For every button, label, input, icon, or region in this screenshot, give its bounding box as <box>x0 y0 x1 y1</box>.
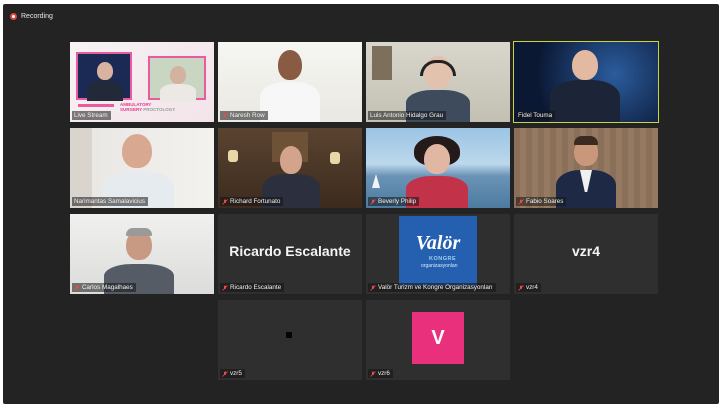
participant-name: Ricardo Escalante <box>220 283 285 292</box>
participant-display-name: Ricardo Escalante <box>229 243 351 259</box>
meeting-window: Recording AMBULATORY SURGERY PROCTOLOGY … <box>3 4 719 404</box>
participant-name: vzr6 <box>368 369 393 378</box>
mic-muted-icon <box>518 284 524 291</box>
speaker-thumbnail <box>76 52 132 101</box>
participant-tile-valor-turizm[interactable]: Valör KONGRE organizasyonları Valör Turi… <box>366 214 510 294</box>
participant-tile-narimantas-samalavicius[interactable]: Narimantas Samalavicius <box>70 128 214 208</box>
recording-indicator[interactable]: Recording <box>10 13 53 20</box>
mic-muted-icon <box>370 198 376 205</box>
participant-name: vzr4 <box>516 283 541 292</box>
participant-name: Valör Turizm ve Kongre Organizasyonları <box>368 283 496 292</box>
mic-muted-icon <box>222 112 228 119</box>
avatar: V <box>412 312 464 364</box>
mic-muted-icon <box>222 198 228 205</box>
mic-muted-icon <box>370 370 376 377</box>
participant-name: vzr5 <box>220 369 245 378</box>
participant-tile-vzr4[interactable]: vzr4 vzr4 <box>514 214 658 294</box>
participant-tile-richard-fortunato[interactable]: Richard Fortunato <box>218 128 362 208</box>
participant-tile-vzr6[interactable]: V vzr6 <box>366 300 510 380</box>
participant-tile-fidel-touma[interactable]: Fidel Touma <box>513 41 659 123</box>
recording-label: Recording <box>21 13 53 20</box>
valor-logo: Valör KONGRE organizasyonları <box>399 216 477 286</box>
participant-name: Richard Fortunato <box>220 197 284 206</box>
participant-tile-ricardo-escalante[interactable]: Ricardo Escalante Ricardo Escalante <box>218 214 362 294</box>
participant-name: Luis Antonio Hidalgo Grau <box>368 111 447 120</box>
participant-name: Beverly Philip <box>368 197 420 206</box>
participant-tile-luis-antonio-hidalgo-grau[interactable]: Luis Antonio Hidalgo Grau <box>366 42 510 122</box>
participant-tile-fabio-soares[interactable]: Fabio Soares <box>514 128 658 208</box>
participant-name: Carlos Magalhaes <box>72 283 136 292</box>
participant-tile-beverly-philip[interactable]: Beverly Philip <box>366 128 510 208</box>
speaker-thumbnail <box>148 56 206 102</box>
slide-title: AMBULATORY SURGERY PROCTOLOGY <box>120 102 176 112</box>
participant-name: Fabio Soares <box>516 197 567 206</box>
participant-display-name: vzr4 <box>571 243 601 259</box>
mic-muted-icon <box>74 284 80 291</box>
participant-name: Fidel Touma <box>516 111 556 120</box>
mic-muted-icon <box>222 284 228 291</box>
recording-icon <box>10 13 17 20</box>
mic-muted-icon <box>222 370 228 377</box>
participant-tile-carlos-magalhaes[interactable]: Carlos Magalhaes <box>70 214 214 294</box>
participant-name: Naresh Row <box>220 111 268 120</box>
shared-slide: AMBULATORY SURGERY PROCTOLOGY <box>70 42 214 122</box>
participant-tile-vzr5[interactable]: vzr5 <box>218 300 362 380</box>
participant-name: Live Stream <box>72 111 111 120</box>
camera-placeholder <box>286 332 292 338</box>
mic-muted-icon <box>370 284 376 291</box>
participant-tile-live-stream[interactable]: AMBULATORY SURGERY PROCTOLOGY Live Strea… <box>70 42 214 122</box>
participant-tile-naresh-row[interactable]: Naresh Row <box>218 42 362 122</box>
mic-muted-icon <box>518 198 524 205</box>
participant-name: Narimantas Samalavicius <box>72 197 149 206</box>
